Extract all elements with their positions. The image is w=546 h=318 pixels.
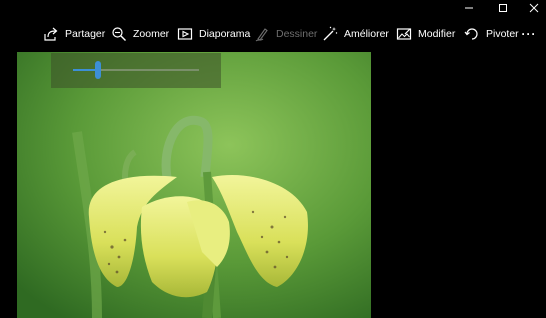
share-button[interactable]: Partager [42, 16, 105, 52]
slideshow-icon [176, 25, 194, 43]
slideshow-label: Diaporama [199, 28, 251, 40]
share-label: Partager [65, 28, 106, 40]
magnifier-icon [110, 25, 128, 43]
zoom-panel [51, 53, 221, 88]
close-icon [529, 3, 539, 13]
edit-button[interactable]: Modifier [395, 16, 455, 52]
minimize-icon [465, 7, 473, 9]
zoom-button[interactable]: Zoomer [110, 16, 169, 52]
toolbar: Partager Zoomer Diaporama Dessiner Améli… [0, 16, 546, 52]
enhance-label: Améliorer [344, 28, 389, 40]
enhance-button[interactable]: Améliorer [321, 16, 389, 52]
rotate-button[interactable]: Pivoter [463, 16, 519, 52]
close-button[interactable] [517, 0, 546, 16]
pen-icon [253, 25, 271, 43]
draw-label: Dessiner [276, 28, 318, 40]
edit-label: Modifier [418, 28, 456, 40]
zoom-slider-thumb[interactable] [95, 61, 102, 79]
magic-wand-icon [321, 25, 339, 43]
minimize-button[interactable] [452, 0, 486, 16]
photo [17, 52, 371, 318]
maximize-icon [499, 4, 507, 12]
edit-image-icon [395, 25, 413, 43]
more-options-button[interactable]: ··· [516, 16, 542, 52]
title-bar [0, 0, 546, 16]
zoom-label: Zoomer [133, 28, 170, 40]
draw-button[interactable]: Dessiner [253, 16, 317, 52]
slideshow-button[interactable]: Diaporama [176, 16, 250, 52]
rotate-label: Pivoter [486, 28, 519, 40]
rotate-icon [463, 25, 481, 43]
more-options-icon: ··· [521, 27, 537, 41]
maximize-button[interactable] [486, 0, 520, 16]
share-icon [42, 25, 60, 43]
